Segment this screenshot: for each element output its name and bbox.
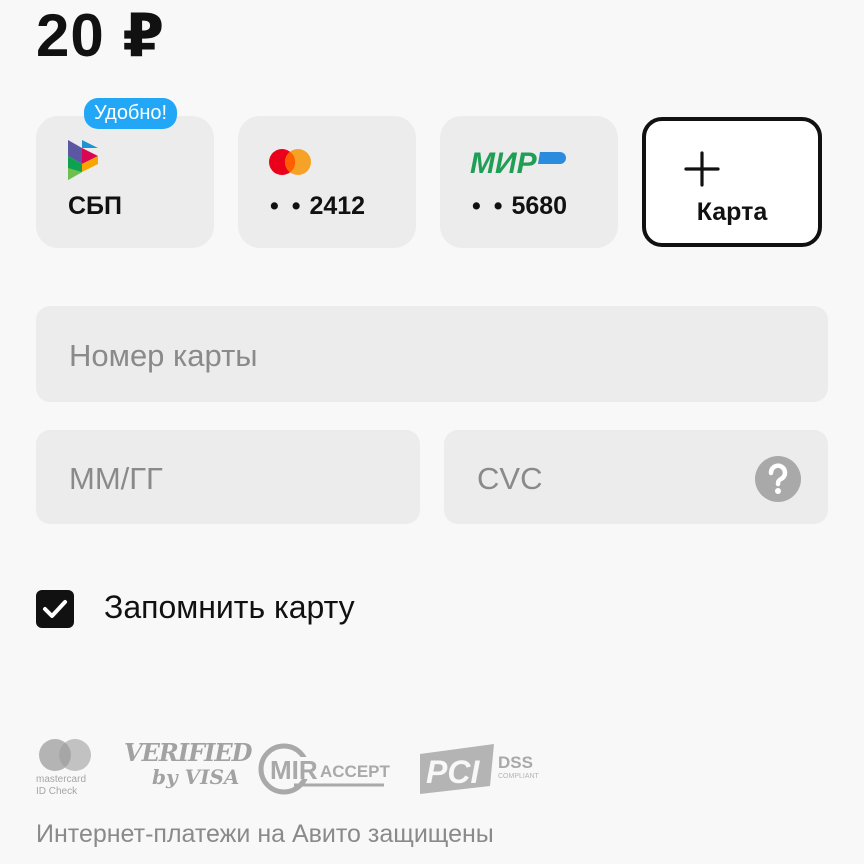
payment-methods: СБП • • 2412 МИР • • 5680 Карта xyxy=(36,116,826,248)
verified-by-visa-logo: VERIFIED by VISA xyxy=(124,738,252,789)
mastercard-caption: mastercard xyxy=(36,774,87,785)
card-last4: 5680 xyxy=(511,192,568,220)
add-card-button[interactable]: Карта xyxy=(642,117,822,247)
payment-method-sbp[interactable]: СБП xyxy=(36,116,214,248)
convenient-badge: Удобно! xyxy=(84,98,178,129)
payment-method-card-2412[interactable]: • • 2412 xyxy=(238,116,416,248)
card-number-input[interactable]: Номер карты xyxy=(36,306,828,402)
dss-compliant-text: COMPLIANT xyxy=(498,773,540,780)
cvc-placeholder: CVC xyxy=(477,461,543,496)
add-card-label: Карта xyxy=(696,198,768,226)
id-check-caption: ID Check xyxy=(36,786,78,797)
masked-dots: • • xyxy=(270,192,304,220)
sbp-label: СБП xyxy=(68,192,122,220)
by-visa-text: by VISA xyxy=(152,765,240,789)
masked-dots: • • xyxy=(472,192,506,220)
mir-accept-text: ACCEPT xyxy=(320,762,390,781)
remember-card-label: Запомнить карту xyxy=(104,589,355,625)
card-last4: 2412 xyxy=(309,192,366,220)
card-2412-label: • • 2412 xyxy=(270,192,365,221)
payment-amount: 20 ₽ xyxy=(36,2,166,69)
dss-text: DSS xyxy=(498,753,533,772)
mir-accept-mir-text: MIR xyxy=(270,755,318,785)
sbp-icon xyxy=(68,140,98,180)
mir-logo-text: МИР xyxy=(470,148,538,176)
mir-accept-logo: MIR ACCEPT xyxy=(258,743,390,795)
expiry-placeholder: ММ/ГГ xyxy=(69,461,163,496)
payment-method-card-5680[interactable]: МИР • • 5680 xyxy=(440,116,618,248)
mastercard-id-check-logo: mastercard ID Check xyxy=(36,738,100,797)
pci-text: PCI xyxy=(426,754,480,790)
mir-icon: МИР xyxy=(470,148,566,176)
question-circle-icon[interactable] xyxy=(754,455,802,503)
mastercard-icon xyxy=(269,149,311,175)
plus-icon xyxy=(684,151,720,187)
checkmark-icon xyxy=(43,600,67,618)
card-5680-label: • • 5680 xyxy=(472,192,567,221)
pci-dss-logo: PCI DSS COMPLIANT xyxy=(420,744,540,794)
cvc-input[interactable]: CVC xyxy=(444,430,828,524)
expiry-input[interactable]: ММ/ГГ xyxy=(36,430,420,524)
card-number-placeholder: Номер карты xyxy=(69,338,258,373)
verified-text: VERIFIED xyxy=(124,738,252,767)
security-footer-text: Интернет-платежи на Авито защищены xyxy=(36,820,494,848)
mastercard-gray-icon xyxy=(39,739,91,771)
checkbox-checked[interactable] xyxy=(36,590,74,628)
